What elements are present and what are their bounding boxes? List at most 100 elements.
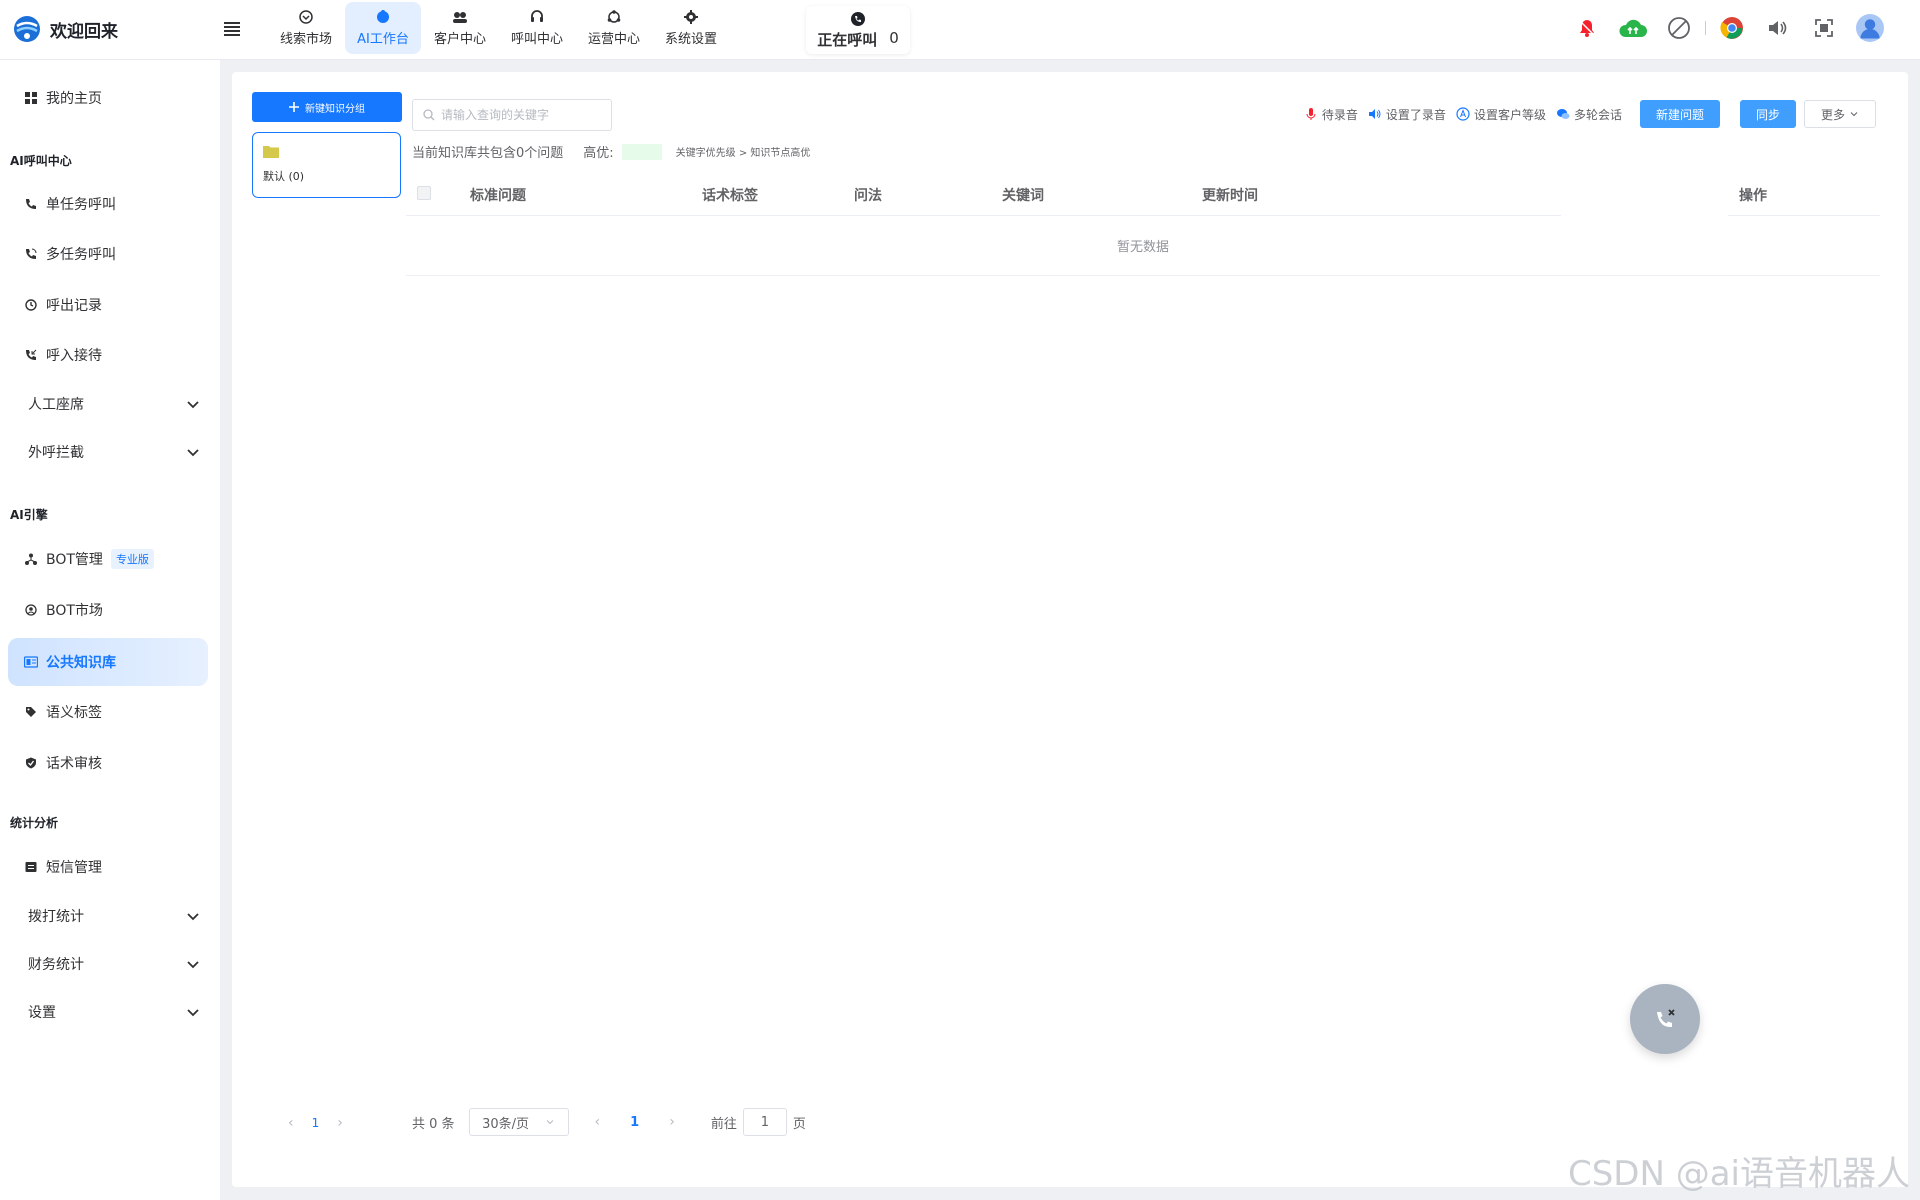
hangup-call-button[interactable] [1630, 984, 1700, 1054]
new-question-button[interactable]: 新建问题 [1639, 100, 1720, 128]
book-icon [24, 655, 38, 669]
prev-page-button[interactable]: ‹ [595, 1114, 601, 1130]
nav-label: 客户中心 [433, 32, 486, 47]
sidebar-item-multi-call[interactable]: 多任务呼叫 [8, 230, 208, 278]
select-all-checkbox[interactable] [417, 186, 431, 200]
chevron-down-icon [187, 401, 199, 409]
table-pagination: 共 0 条 30条/页 ‹ 1 › 前往 1 页 [412, 1108, 806, 1136]
calling-status[interactable]: 正在呼叫 0 [806, 6, 910, 54]
legend-multi-turn: 多轮会话 [1556, 106, 1622, 123]
shield-check-icon [24, 756, 38, 770]
sidebar-item-knowledge[interactable]: 公共知识库 [8, 638, 208, 686]
nav-clue-market[interactable]: 线索市场 [268, 2, 344, 54]
cloud-sync-icon[interactable] [1619, 14, 1647, 42]
nav-label: 线索市场 [279, 32, 332, 47]
sidebar-group-settings[interactable]: 设置 [8, 988, 208, 1036]
sidebar-item-single-call[interactable]: 单任务呼叫 [8, 180, 208, 228]
toolbar-divider [1705, 21, 1706, 35]
next-page-button[interactable]: › [337, 1115, 343, 1131]
sidebar-item-label: 呼出记录 [46, 298, 102, 314]
sidebar-group-intercept[interactable]: 外呼拦截 [8, 428, 208, 476]
sidebar-item-label: 设置 [28, 1005, 56, 1021]
top-bar: 欢迎回来 线索市场 AI工作台 客户中心 呼叫中心 运营中心 系统设置 正在呼叫… [0, 0, 1920, 60]
nav-ai-workbench[interactable]: AI工作台 [345, 2, 421, 54]
sidebar-group-finance-stats[interactable]: 财务统计 [8, 940, 208, 988]
sidebar-item-label: 多任务呼叫 [46, 247, 116, 263]
sidebar-item-label: 财务统计 [28, 957, 84, 973]
logo-icon [14, 16, 40, 42]
header-divider [406, 215, 1561, 216]
volume-icon[interactable] [1764, 14, 1792, 42]
more-label: 更多 [1820, 107, 1845, 122]
multi-phone-icon [24, 247, 38, 261]
column-header[interactable]: 操作 [1739, 185, 1767, 205]
sidebar-item-semantic-tags[interactable]: 语义标签 [8, 688, 208, 736]
legend-label: 设置了录音 [1385, 107, 1446, 122]
block-icon[interactable] [1665, 14, 1693, 42]
sidebar-group-agents[interactable]: 人工座席 [8, 380, 208, 428]
sidebar-item-label: 外呼拦截 [28, 445, 84, 461]
sidebar-item-label: 拨打统计 [28, 909, 84, 925]
brand[interactable]: 欢迎回来 [12, 14, 118, 44]
legend-label: 设置客户等级 [1473, 107, 1546, 122]
sidebar-item-inbound[interactable]: 呼入接待 [8, 331, 208, 379]
nav-operations-center[interactable]: 运营中心 [576, 2, 652, 54]
sidebar-section-ai-call: AI呼叫中心 [10, 154, 72, 168]
search-input[interactable] [441, 108, 601, 122]
current-page[interactable]: 1 [630, 1115, 639, 1130]
nav-call-center[interactable]: 呼叫中心 [499, 2, 575, 54]
menu-toggle-icon[interactable] [222, 19, 242, 39]
column-header[interactable]: 问法 [854, 185, 882, 205]
nav-system-settings[interactable]: 系统设置 [653, 2, 729, 54]
sidebar-item-label: 呼入接待 [46, 348, 102, 364]
group-name: 默认 (0) [263, 170, 305, 183]
chevron-down-icon [187, 449, 199, 457]
page-size-select[interactable]: 30条/页 [468, 1108, 569, 1136]
inbound-call-icon [24, 348, 38, 362]
fullscreen-icon[interactable] [1810, 14, 1838, 42]
top-nav: 线索市场 AI工作台 客户中心 呼叫中心 运营中心 系统设置 [268, 2, 730, 54]
sidebar-item-sms[interactable]: 短信管理 [8, 843, 208, 891]
chevron-down-icon [1850, 112, 1858, 117]
column-header[interactable]: 更新时间 [1202, 185, 1258, 205]
prev-page-button[interactable]: ‹ [288, 1115, 294, 1131]
page-number[interactable]: 1 [312, 1116, 320, 1130]
new-group-button[interactable]: 新键知识分组 [252, 92, 402, 122]
sync-button[interactable]: 同步 [1739, 100, 1796, 128]
speaker-icon [1368, 109, 1381, 119]
sidebar-item-script-review[interactable]: 话术审核 [8, 739, 208, 787]
chrome-icon[interactable] [1718, 14, 1746, 42]
sidebar-item-home[interactable]: 我的主页 [8, 74, 208, 122]
column-header[interactable]: 标准问题 [470, 185, 526, 205]
sidebar-item-bot-manage[interactable]: BOT管理 专业版 [8, 535, 208, 583]
chevron-down-icon [187, 1009, 199, 1017]
nav-customer-center[interactable]: 客户中心 [422, 2, 498, 54]
search-box[interactable] [412, 99, 612, 131]
highlight-label: 高优: [583, 146, 614, 161]
toolbar-right: 待录音 设置了录音 设置客户等级 多轮会话 新建问题 同步 更多 [1304, 100, 1876, 128]
header-divider [1728, 215, 1880, 216]
sidebar-group-dial-stats[interactable]: 拨打统计 [8, 892, 208, 940]
group-card-default[interactable]: 默认 (0) [252, 132, 401, 198]
column-header[interactable]: 话术标签 [702, 185, 758, 205]
sidebar-item-label: 短信管理 [46, 860, 102, 876]
folder-icon [263, 146, 279, 158]
questions-table: 标准问题 话术标签 问法 关键词 更新时间 操作 暂无数据 [406, 170, 1880, 276]
notification-off-icon[interactable] [1573, 14, 1601, 42]
goto-page-input[interactable]: 1 [742, 1108, 787, 1136]
highlight-note: 关键字优先级 > 知识节点高优 [675, 148, 811, 159]
more-dropdown[interactable]: 更多 [1804, 100, 1876, 128]
legend-recorded: 设置了录音 [1368, 106, 1446, 123]
sidebar-item-call-records[interactable]: 呼出记录 [8, 281, 208, 329]
legend-label: 多轮会话 [1573, 107, 1622, 122]
watermark: CSDN @ai语音机器人 [1567, 1154, 1910, 1194]
highlight-swatch [621, 143, 662, 160]
sidebar-item-label: BOT管理 [46, 552, 103, 568]
column-header[interactable]: 关键词 [1002, 185, 1044, 205]
sidebar-item-bot-market[interactable]: BOT市场 [8, 586, 208, 634]
legend-customer-level: 设置客户等级 [1456, 106, 1546, 123]
sidebar-item-label: 人工座席 [28, 397, 84, 413]
next-page-button[interactable]: › [669, 1114, 675, 1130]
avatar[interactable] [1856, 14, 1884, 42]
sidebar-section-ai-engine: AI引擎 [10, 508, 48, 522]
